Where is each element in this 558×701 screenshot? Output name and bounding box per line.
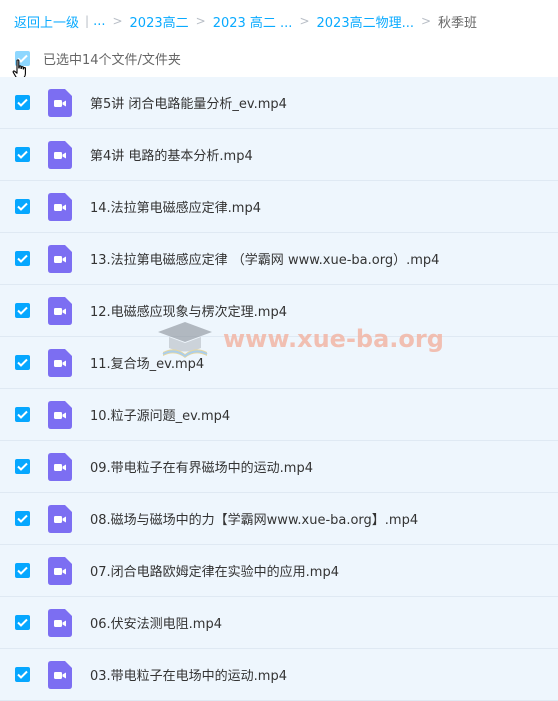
video-file-icon <box>48 88 72 117</box>
video-file-icon <box>48 192 72 221</box>
breadcrumb-item-2023-grade2-sub[interactable]: 2023 高二 ... <box>213 12 293 31</box>
chevron-right-icon: > <box>420 14 432 28</box>
row-checkbox[interactable] <box>15 303 30 318</box>
checkmark-icon <box>17 306 28 315</box>
file-name[interactable]: 03.带电粒子在电场中的运动.mp4 <box>90 665 287 684</box>
row-checkbox[interactable] <box>15 95 30 110</box>
row-checkbox[interactable] <box>15 147 30 162</box>
list-item[interactable]: 14.法拉第电磁感应定律.mp4 <box>0 181 558 233</box>
checkmark-icon <box>17 566 28 575</box>
list-item[interactable]: 03.带电粒子在电场中的运动.mp4 <box>0 649 558 701</box>
row-checkbox[interactable] <box>15 199 30 214</box>
list-item[interactable]: 第4讲 电路的基本分析.mp4 <box>0 129 558 181</box>
checkmark-icon <box>17 98 28 107</box>
checkmark-icon <box>17 150 28 159</box>
file-name[interactable]: 08.磁场与磁场中的力【学霸网www.xue-ba.org】.mp4 <box>90 509 418 528</box>
row-checkbox[interactable] <box>15 251 30 266</box>
list-item[interactable]: 10.粒子源问题_ev.mp4 <box>0 389 558 441</box>
video-file-icon <box>48 608 72 637</box>
video-file-icon <box>48 348 72 377</box>
row-checkbox[interactable] <box>15 355 30 370</box>
list-item[interactable]: 07.闭合电路欧姆定律在实验中的应用.mp4 <box>0 545 558 597</box>
breadcrumb-ellipsis[interactable]: ... <box>93 14 105 29</box>
file-name[interactable]: 第5讲 闭合电路能量分析_ev.mp4 <box>90 93 287 112</box>
checkmark-icon <box>17 514 28 523</box>
breadcrumb-divider: | <box>85 14 90 28</box>
breadcrumb-item-physics[interactable]: 2023高二物理... <box>317 12 414 31</box>
checkmark-icon <box>17 358 28 367</box>
video-file-icon <box>48 244 72 273</box>
breadcrumb: 返回上一级 | ... > 2023高二 > 2023 高二 ... > 202… <box>0 0 558 42</box>
checkmark-icon <box>17 202 28 211</box>
video-file-icon <box>48 504 72 533</box>
breadcrumb-current: 秋季班 <box>438 15 478 31</box>
list-item[interactable]: 06.伏安法测电阻.mp4 <box>0 597 558 649</box>
video-file-icon <box>48 452 72 481</box>
video-file-icon <box>48 556 72 585</box>
chevron-right-icon: > <box>299 14 310 28</box>
back-link[interactable]: 返回上一级 <box>14 12 79 31</box>
video-file-icon <box>48 660 72 689</box>
file-name[interactable]: 13.法拉第电磁感应定律 （学霸网 www.xue-ba.org）.mp4 <box>90 249 439 268</box>
selection-count-label: 已选中14个文件/文件夹 <box>43 52 181 68</box>
file-name[interactable]: 10.粒子源问题_ev.mp4 <box>90 405 230 424</box>
file-name[interactable]: 12.电磁感应现象与楞次定理.mp4 <box>90 301 287 320</box>
list-item[interactable]: 08.磁场与磁场中的力【学霸网www.xue-ba.org】.mp4 <box>0 493 558 545</box>
row-checkbox[interactable] <box>15 511 30 526</box>
row-checkbox[interactable] <box>15 615 30 630</box>
checkmark-icon <box>17 670 28 679</box>
checkmark-icon <box>17 254 28 263</box>
file-name[interactable]: 06.伏安法测电阻.mp4 <box>90 613 222 632</box>
checkmark-icon <box>17 54 28 63</box>
list-item[interactable]: 13.法拉第电磁感应定律 （学霸网 www.xue-ba.org）.mp4 <box>0 233 558 285</box>
list-item[interactable]: 11.复合场_ev.mp4 <box>0 337 558 389</box>
row-checkbox[interactable] <box>15 459 30 474</box>
file-name[interactable]: 09.带电粒子在有界磁场中的运动.mp4 <box>90 457 313 476</box>
video-file-icon <box>48 296 72 325</box>
row-checkbox[interactable] <box>15 563 30 578</box>
chevron-right-icon: > <box>195 14 206 28</box>
file-name[interactable]: 07.闭合电路欧姆定律在实验中的应用.mp4 <box>90 561 339 580</box>
breadcrumb-item-2023-grade2[interactable]: 2023高二 <box>130 12 189 31</box>
select-all-bar: 已选中14个文件/文件夹 <box>0 42 558 80</box>
file-name[interactable]: 11.复合场_ev.mp4 <box>90 353 204 372</box>
file-list: 第5讲 闭合电路能量分析_ev.mp4 第4讲 电路的基本分析.mp4 14.法… <box>0 77 558 701</box>
list-item[interactable]: 12.电磁感应现象与楞次定理.mp4 <box>0 285 558 337</box>
chevron-right-icon: > <box>112 14 123 28</box>
checkmark-icon <box>17 462 28 471</box>
video-file-icon <box>48 140 72 169</box>
checkmark-icon <box>17 410 28 419</box>
video-file-icon <box>48 400 72 429</box>
file-name[interactable]: 14.法拉第电磁感应定律.mp4 <box>90 197 261 216</box>
checkmark-icon <box>17 618 28 627</box>
list-item[interactable]: 09.带电粒子在有界磁场中的运动.mp4 <box>0 441 558 493</box>
row-checkbox[interactable] <box>15 407 30 422</box>
list-item[interactable]: 第5讲 闭合电路能量分析_ev.mp4 <box>0 77 558 129</box>
row-checkbox[interactable] <box>15 667 30 682</box>
select-all-checkbox[interactable] <box>15 50 30 66</box>
file-name[interactable]: 第4讲 电路的基本分析.mp4 <box>90 145 253 164</box>
